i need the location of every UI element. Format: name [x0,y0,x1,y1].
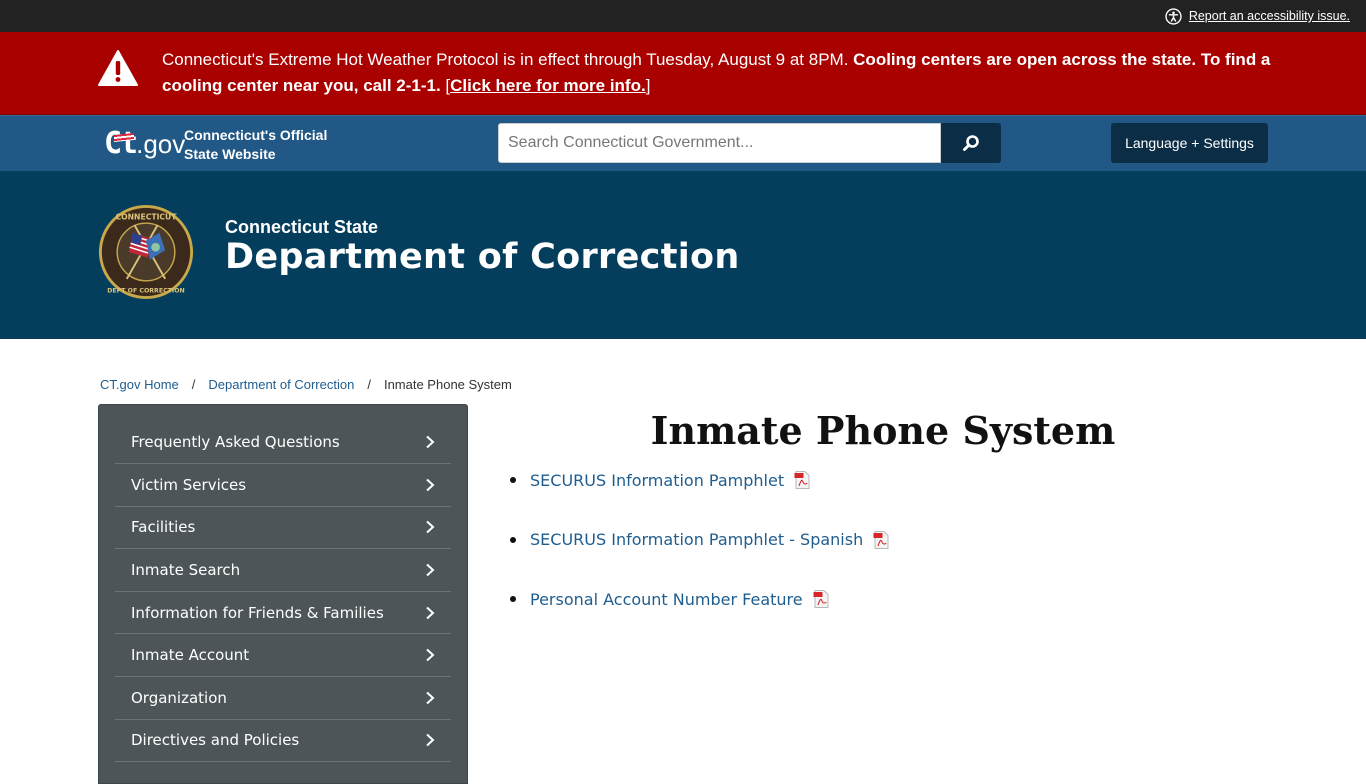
ctgov-tagline: Connecticut's Official State Website [184,126,327,164]
ctgov-tagline-line2: State Website [184,146,276,162]
sidebar-item-faq[interactable]: Frequently Asked Questions [115,421,451,464]
sidebar-item-directives-policies[interactable]: Directives and Policies [115,720,451,763]
chevron-right-icon [426,648,435,662]
bullet [510,477,516,483]
warning-icon [98,50,138,86]
language-settings-button[interactable]: Language + Settings [1111,123,1268,163]
search-button[interactable] [941,123,1001,163]
alert-bracket-open: [ [440,76,451,95]
ctgov-logo-gov: .gov [136,129,186,159]
pdf-icon[interactable] [873,530,889,549]
bullet [510,536,516,543]
list-item: SECURUS Information Pamphlet - Spanish [510,526,889,554]
sidebar-item-label: Victim Services [131,475,247,494]
agency-header: CONNECTICUT DEPT OF CORRECTION Connectic… [0,171,1366,339]
chevron-right-icon [426,734,435,747]
utility-bar: Report an accessibility issue. [0,0,1366,32]
breadcrumb-ctgov-home[interactable]: CT.gov Home [100,377,179,392]
sidebar-item-facilities[interactable]: Facilities [115,507,451,550]
sidebar-item-label: Inmate Search [131,560,241,579]
personal-account-number-link[interactable]: Personal Account Number Feature [530,590,803,609]
sidebar-item-inmate-account[interactable]: Inmate Account [115,634,451,677]
sidebar-item-friends-families[interactable]: Information for Friends & Families [115,592,451,635]
svg-text:DEPT OF CORRECTION: DEPT OF CORRECTION [107,287,185,294]
sidebar-item-label: Inmate Account [131,646,250,665]
alert-text-normal: Connecticut's Extreme Hot Weather Protoc… [162,50,854,69]
pdf-icon[interactable] [813,590,829,608]
sidebar-item-label: Facilities [131,518,196,537]
ctgov-logo-link[interactable]: Ct.gov [104,124,185,164]
ctgov-logo: Ct.gov [104,124,185,164]
sidebar-item-inmate-search[interactable]: Inmate Search [115,549,451,592]
chevron-right-icon [426,478,435,492]
chevron-right-icon [426,563,435,577]
sidebar-item-label: Organization [131,688,227,707]
sidebar-item-label: Frequently Asked Questions [131,433,340,451]
sidebar-item-victim-services[interactable]: Victim Services [115,464,451,507]
report-accessibility-link[interactable]: Report an accessibility issue. [1165,7,1350,25]
breadcrumb-separator: / [367,377,371,392]
breadcrumb-current: Inmate Phone System [383,377,512,392]
chevron-right-icon [426,521,435,534]
chevron-right-icon [426,606,435,619]
ctgov-bar: Ct.gov Connecticut's Official State Webs… [0,115,1366,171]
search-form [498,123,1001,163]
sidebar-item-label: Information for Friends & Families [131,603,384,622]
chevron-right-icon [426,435,435,449]
securus-pamphlet-link[interactable]: SECURUS Information Pamphlet [530,471,784,490]
search-icon [963,135,979,151]
chevron-right-icon [426,691,435,705]
accessibility-icon [1165,7,1182,25]
ctgov-logo-ct: Ct [104,126,138,161]
agency-subtitle: Connecticut State [225,217,379,237]
list-item: Personal Account Number Feature [510,585,889,613]
sidebar-item-label: Directives and Policies [131,731,300,750]
sidebar-nav: Frequently Asked Questions Victim Servic… [98,404,468,784]
breadcrumb-separator: / [191,377,196,392]
page-title: Inmate Phone System [650,408,1116,453]
document-list: SECURUS Information Pamphlet SECURUS Inf… [510,466,889,645]
list-item: SECURUS Information Pamphlet [510,466,889,494]
breadcrumb: CT.gov Home / Department of Correction /… [100,377,512,392]
alert-more-info-link[interactable]: Click here for more info. [450,76,646,95]
pdf-icon[interactable] [794,471,810,489]
alert-message: Connecticut's Extreme Hot Weather Protoc… [162,47,1272,99]
alert-bracket-close: ] [645,76,651,95]
sidebar-item-organization[interactable]: Organization [115,677,451,720]
agency-title[interactable]: Department of Correction [225,237,740,277]
breadcrumb-department-of-correction[interactable]: Department of Correction [208,377,354,392]
department-seal-icon[interactable]: CONNECTICUT DEPT OF CORRECTION [98,204,194,300]
ctgov-tagline-line1: Connecticut's Official [184,127,328,143]
bullet [510,596,516,602]
securus-pamphlet-spanish-link[interactable]: SECURUS Information Pamphlet - Spanish [530,530,863,549]
search-input[interactable] [498,123,941,163]
report-accessibility-label: Report an accessibility issue. [1188,9,1350,23]
alert-banner: Connecticut's Extreme Hot Weather Protoc… [0,32,1366,115]
svg-text:CONNECTICUT: CONNECTICUT [115,212,177,221]
